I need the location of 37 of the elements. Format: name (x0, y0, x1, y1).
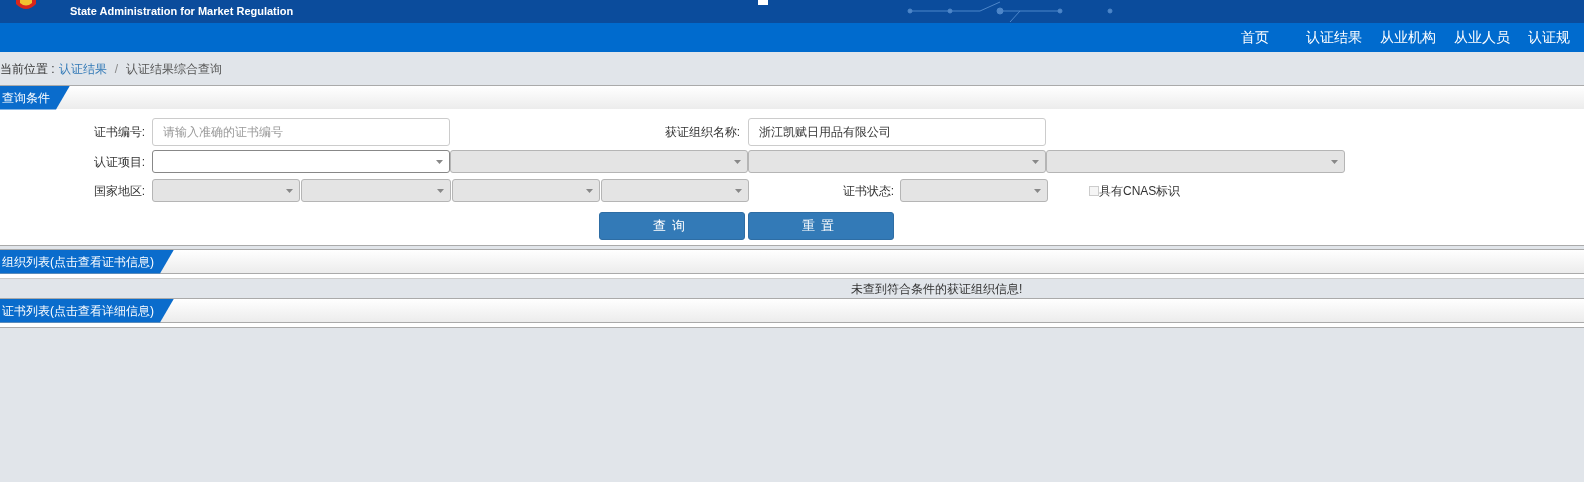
nav-link[interactable]: 从业机构 (1380, 27, 1436, 48)
section-title: 查询条件 (0, 85, 70, 110)
reset-button[interactable]: 重置 (748, 212, 894, 240)
nav-link[interactable]: 首页 (1241, 27, 1269, 48)
field-label: 认证项目: (92, 153, 145, 171)
caret-icon (1034, 188, 1041, 193)
checkbox[interactable] (1089, 185, 1099, 196)
caret-icon (586, 188, 593, 193)
certificate-number-field[interactable]: 请输入准确的证书编号 (152, 118, 450, 146)
caret-icon (286, 188, 293, 193)
square-icon (758, 0, 768, 5)
breadcrumb-label: 当前位置 : (0, 60, 55, 78)
breadcrumb-current: 认证结果综合查询 (126, 60, 222, 78)
site-title: State Administration for Market Regulation (70, 6, 294, 17)
section-title: 证书列表(点击查看详细信息) (0, 298, 174, 323)
breadcrumb-link[interactable]: 认证结果 (58, 59, 107, 78)
organization-name-field[interactable]: 浙江凯赋日用品有限公司 (748, 118, 1046, 146)
search-button[interactable]: 查询 (599, 212, 745, 240)
nav-link[interactable]: 认证规 (1528, 27, 1584, 48)
caret-icon (734, 159, 741, 164)
field-label: 获证组织名称: (663, 124, 740, 141)
checkbox-label: 具有CNAS标识 (1099, 182, 1181, 200)
caret-icon (437, 188, 444, 193)
caret-icon (436, 159, 443, 164)
caret-icon (1032, 159, 1039, 164)
dropdown[interactable] (152, 150, 450, 173)
caret-icon (735, 188, 742, 193)
breadcrumb-separator: / (114, 60, 118, 78)
nav-link[interactable]: 从业人员 (1454, 27, 1510, 48)
empty-message: 未查到符合条件的获证组织信息! (851, 280, 1023, 298)
section-title: 组织列表(点击查看证书信息) (0, 249, 174, 274)
field-label: 证书编号: (92, 124, 145, 141)
emblem-icon (14, 0, 38, 12)
field-label: 证书状态: (841, 182, 894, 200)
nav-link[interactable]: 认证结果 (1306, 27, 1362, 48)
caret-icon (1331, 159, 1338, 164)
field-label: 国家地区: (92, 182, 145, 200)
